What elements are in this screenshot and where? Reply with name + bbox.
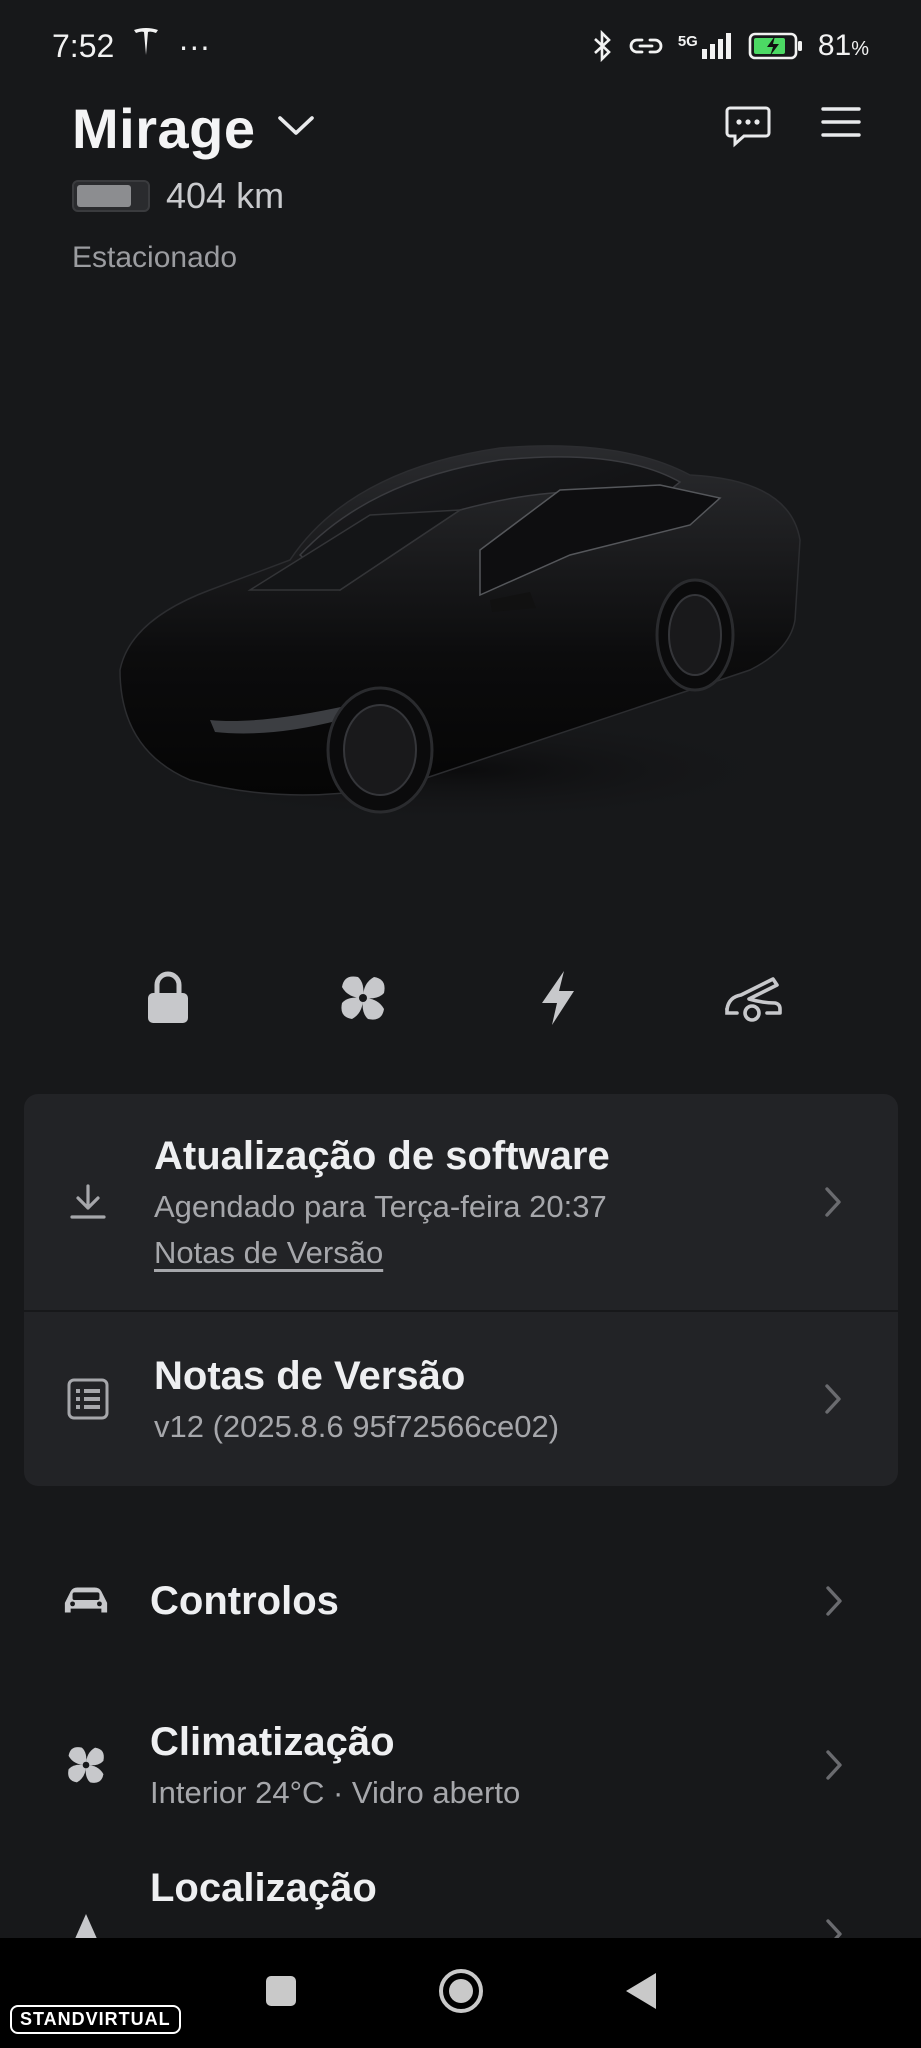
controls-title: Controlos [150,1578,339,1623]
tesla-logo-icon [132,27,160,65]
status-bar: 7:52 ··· 5G 81% [0,0,921,92]
chevron-right-icon [819,1741,849,1789]
climate-title: Climatização [150,1719,395,1764]
watermark: STANDVIRTUAL [10,2005,181,2034]
network-type-label: 5G [677,33,698,50]
release-notes-link[interactable]: Notas de Versão [154,1235,818,1271]
hamburger-menu-icon [820,107,862,144]
lock-button[interactable] [128,960,208,1040]
menu-item-controls[interactable]: Controlos [0,1546,921,1656]
charge-button[interactable] [518,960,598,1040]
quick-controls [0,960,921,1040]
release-notes-title: Notas de Versão [154,1353,466,1398]
menu-item-climate[interactable]: Climatização Interior 24°C · Vidro abert… [0,1690,921,1840]
chevron-right-icon [818,1178,848,1226]
frunk-icon [723,973,783,1028]
home-button[interactable] [438,1968,484,2019]
charge-icon [538,969,578,1032]
chat-icon [724,106,772,152]
chevron-right-icon [819,1577,849,1625]
location-title: Localização [150,1866,377,1910]
software-version: v12 (2025.8.6 95f72566ce02) [154,1408,560,1444]
chevron-right-icon [818,1375,848,1423]
climate-status: Interior 24°C · Vidro aberto [150,1774,521,1810]
frunk-button[interactable] [713,960,793,1040]
download-icon [64,1178,112,1226]
car-icon [62,1577,110,1625]
fan-icon [334,969,392,1032]
release-notes-row[interactable]: Notas de Versão v12 (2025.8.6 95f72566ce… [24,1310,898,1486]
more-notifications-icon: ··· [178,27,211,64]
fan-icon [62,1741,110,1789]
battery-charging-icon [748,31,804,61]
battery-percent: 81% [817,29,869,62]
menu-button[interactable] [820,104,862,153]
vehicle-state: Estacionado [72,241,238,274]
link-icon [628,34,664,58]
messages-button[interactable] [724,104,772,153]
bluetooth-icon [592,30,614,62]
back-button[interactable] [624,1971,658,2016]
signal-icon: 5G [678,33,734,59]
document-list-icon [64,1375,112,1423]
software-update-row[interactable]: Atualização de software Agendado para Te… [24,1094,898,1310]
chevron-down-icon[interactable] [276,114,316,143]
battery-level-fill [77,185,131,207]
range-battery-indicator [72,180,150,212]
vehicle-image [100,420,820,840]
vehicle-name[interactable]: Mirage [72,96,256,161]
software-update-schedule: Agendado para Terça-feira 20:37 [154,1188,607,1224]
recent-apps-button[interactable] [264,1974,298,2013]
vehicle-header: Mirage 404 km Estacionado [72,96,862,275]
lock-icon [146,971,190,1030]
range-text: 404 km [166,175,285,216]
software-card: Atualização de software Agendado para Te… [24,1094,898,1486]
climate-button[interactable] [323,960,403,1040]
status-time: 7:52 [52,27,115,64]
software-update-title: Atualização de software [154,1133,610,1178]
